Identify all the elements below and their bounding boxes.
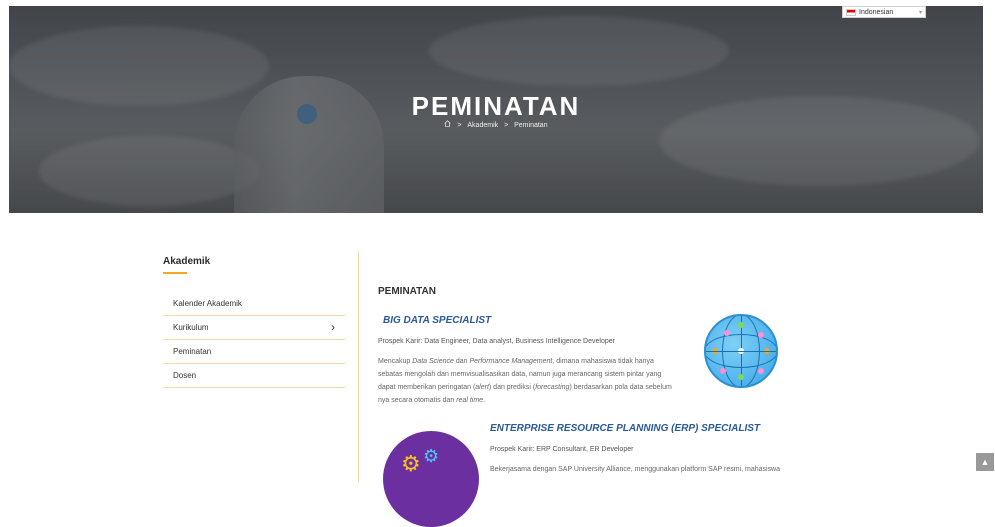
content-title: PEMINATAN [378,286,436,297]
sidebar-item-kalender-akademik[interactable]: Kalender Akademik [163,292,345,316]
indonesia-flag-icon [846,8,856,16]
spec-desc-big-data: Mencakup Data Science dan Performance Ma… [378,358,672,404]
sidebar-menu: Kalender Akademik Kurikulum › Peminatan … [163,292,345,388]
breadcrumb-separator: > [504,122,509,129]
sidebar-heading: Akademik [163,256,211,267]
scroll-to-top-button[interactable]: ▲ [976,453,994,471]
spec-title-erp: ENTERPRISE RESOURCE PLANNING (ERP) SPECI… [490,423,761,434]
sidebar-item-kurikulum[interactable]: Kurikulum › [163,316,345,340]
sidebar-item-label: Peminatan [173,347,212,356]
chevron-right-icon[interactable]: › [331,316,335,339]
gears-icon: ⚙ ⚙ [383,431,479,527]
sidebar-item-peminatan[interactable]: Peminatan [163,340,345,364]
breadcrumb-akademik[interactable]: Akademik [467,122,498,129]
breadcrumb-peminatan: Peminatan [514,122,548,129]
sidebar-item-dosen[interactable]: Dosen [163,364,345,388]
breadcrumb: > Akademik > Peminatan [9,120,983,129]
sidebar-item-label: Kalender Akademik [173,299,242,308]
page-title: PEMINATAN [411,91,581,121]
column-divider [358,251,359,482]
chevron-down-icon: ▾ [918,9,922,16]
globe-network-icon [704,314,778,388]
sidebar-item-label: Dosen [173,371,197,380]
breadcrumb-separator: > [457,122,462,129]
spec-desc-erp: Bekerjasama dengan SAP University Allian… [490,466,780,473]
sidebar: Akademik Kalender Akademik Kurikulum › P… [163,256,345,388]
language-label: Indonesian [859,8,894,16]
home-icon[interactable] [444,120,453,129]
language-select[interactable]: Indonesian ▾ [842,6,926,18]
sidebar-item-label: Kurikulum [173,323,209,332]
spec-career-erp: Prospek Karir: ERP Consultant, ER Develo… [490,446,634,453]
heading-underline [163,272,187,274]
hero-banner: PEMINATAN > Akademik > Peminatan [9,6,983,213]
chevron-up-icon: ▲ [980,457,990,467]
